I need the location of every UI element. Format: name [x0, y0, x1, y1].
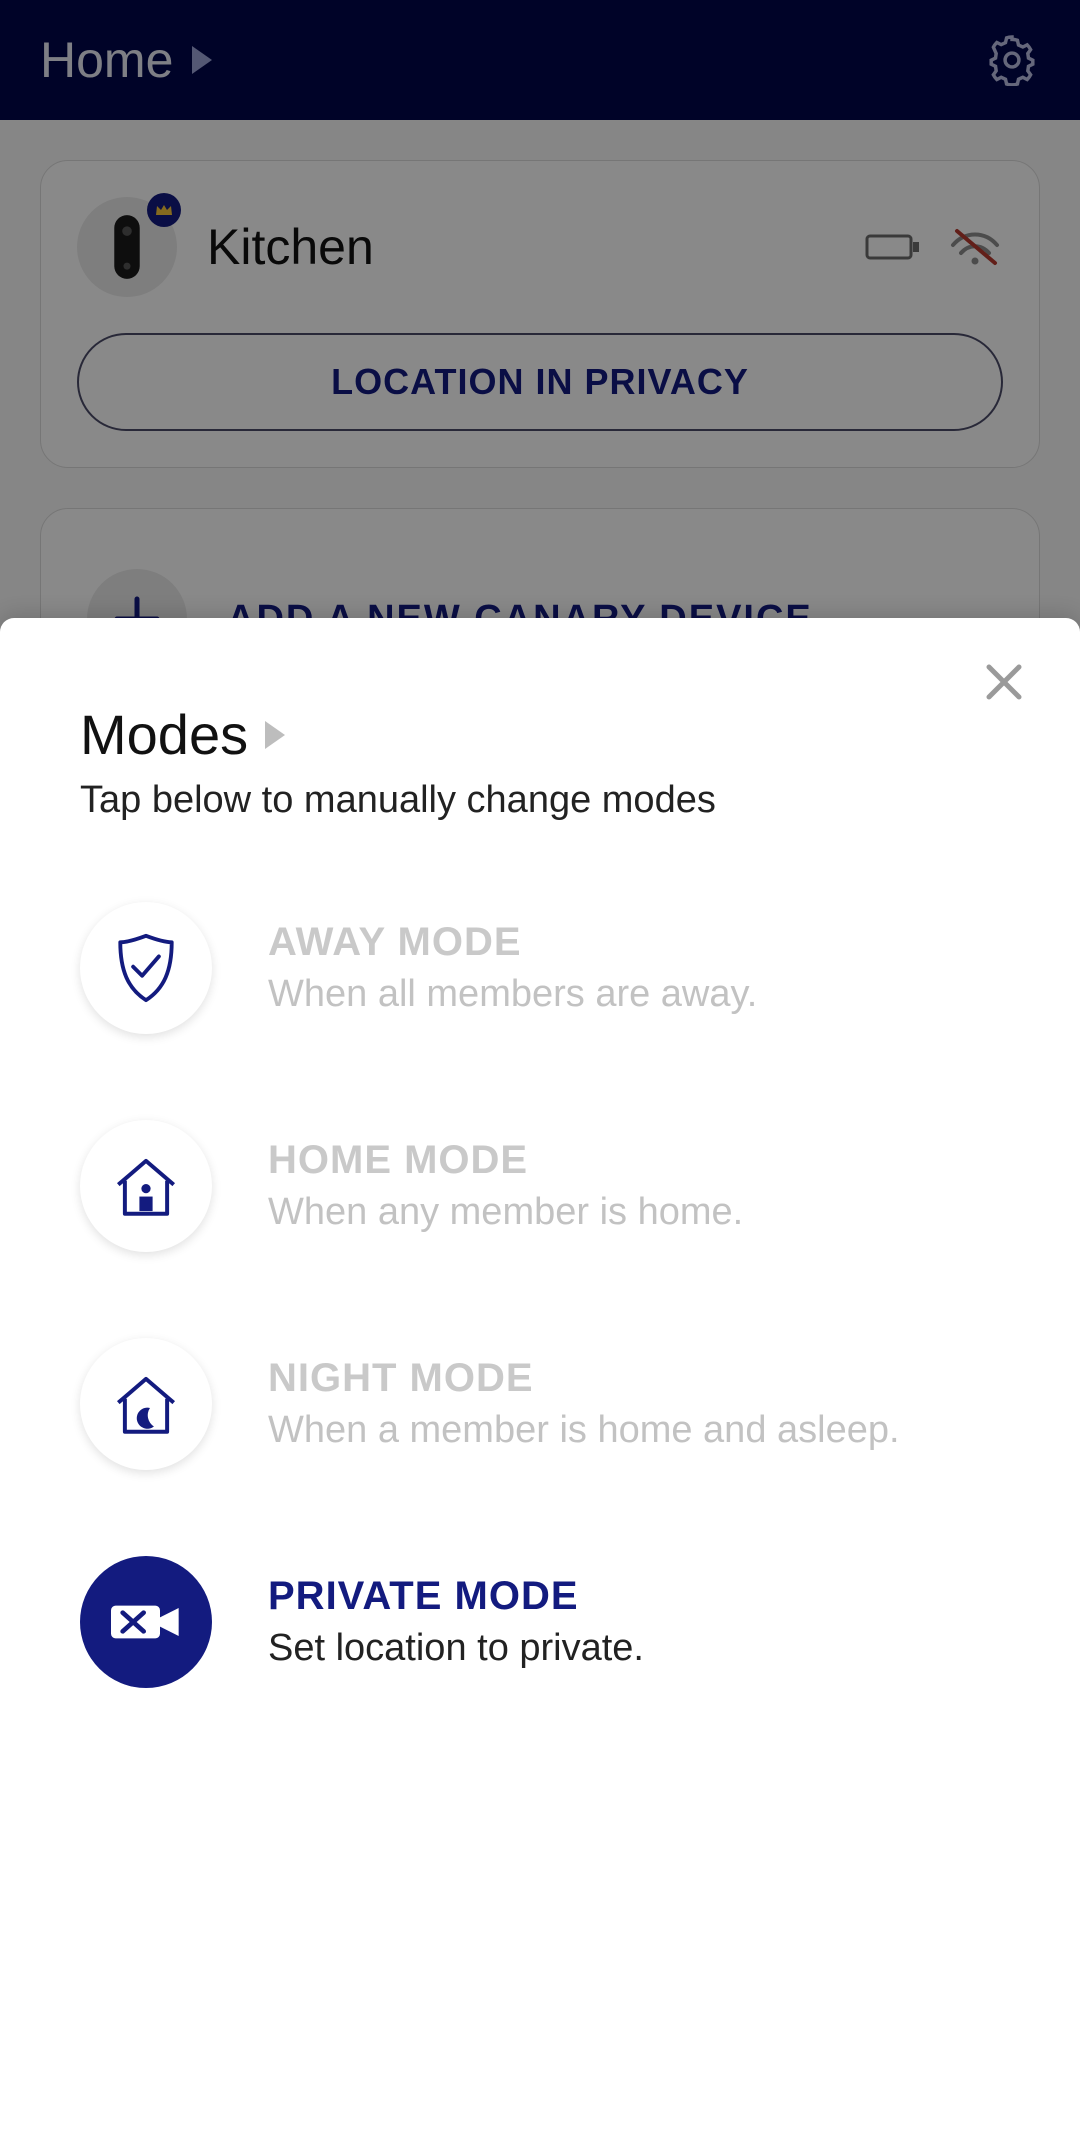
mode-home-title: HOME MODE	[268, 1138, 743, 1183]
mode-option-away[interactable]: AWAY MODE When all members are away.	[80, 902, 1000, 1034]
mode-option-private[interactable]: PRIVATE MODE Set location to private.	[80, 1556, 1000, 1688]
chevron-right-icon	[264, 721, 286, 749]
modes-title: Modes	[80, 702, 248, 767]
shield-check-icon	[114, 932, 178, 1004]
mode-away-desc: When all members are away.	[268, 973, 757, 1016]
mode-home-icon-wrap	[80, 1120, 212, 1252]
mode-home-desc: When any member is home.	[268, 1191, 743, 1234]
mode-night-title: NIGHT MODE	[268, 1356, 900, 1401]
mode-night-desc: When a member is home and asleep.	[268, 1409, 900, 1452]
house-person-icon	[110, 1153, 182, 1219]
mode-private-icon-wrap	[80, 1556, 212, 1688]
modes-subtitle: Tap below to manually change modes	[80, 779, 1000, 822]
camera-off-icon	[111, 1596, 181, 1648]
mode-away-icon-wrap	[80, 902, 212, 1034]
close-button[interactable]	[976, 654, 1032, 710]
house-moon-icon	[110, 1371, 182, 1437]
modes-list: AWAY MODE When all members are away. HOM…	[80, 902, 1000, 1688]
modes-header-link[interactable]: Modes	[80, 702, 1000, 767]
mode-option-home[interactable]: HOME MODE When any member is home.	[80, 1120, 1000, 1252]
mode-private-desc: Set location to private.	[268, 1627, 644, 1670]
close-icon	[983, 661, 1025, 703]
mode-private-title: PRIVATE MODE	[268, 1574, 644, 1619]
modes-sheet: Modes Tap below to manually change modes…	[0, 618, 1080, 2153]
mode-option-night[interactable]: NIGHT MODE When a member is home and asl…	[80, 1338, 1000, 1470]
mode-night-icon-wrap	[80, 1338, 212, 1470]
mode-away-title: AWAY MODE	[268, 920, 757, 965]
